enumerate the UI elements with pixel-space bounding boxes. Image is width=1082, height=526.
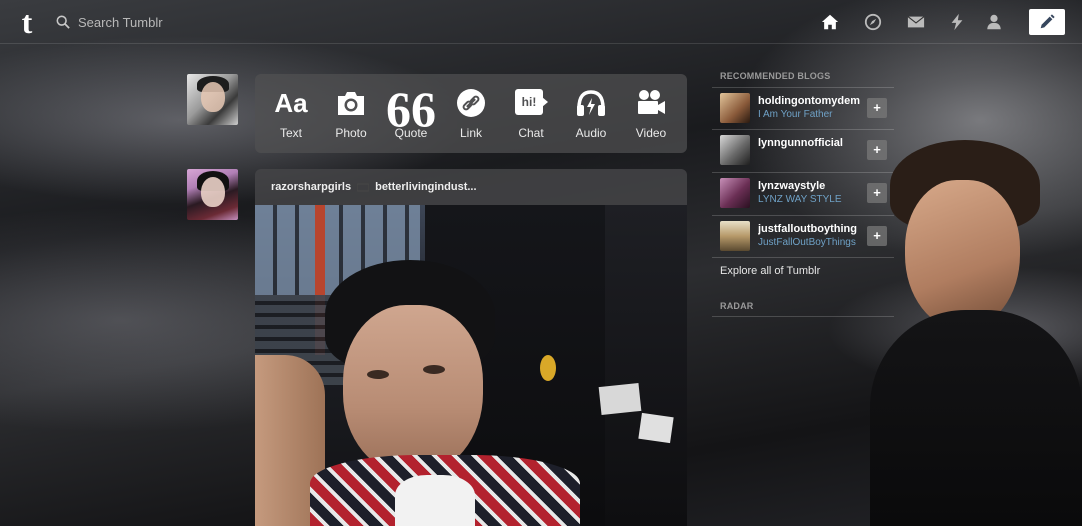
post-type-audio[interactable]: Audio	[563, 87, 619, 140]
chat-icon: hi!	[515, 89, 548, 117]
post-author-avatar[interactable]	[187, 169, 238, 220]
post-photo[interactable]	[255, 205, 687, 526]
mail-icon[interactable]	[906, 12, 926, 32]
aa-icon: Aa	[274, 88, 308, 118]
top-navigation-bar: t	[0, 0, 1082, 44]
pencil-icon	[1040, 14, 1055, 29]
compass-icon[interactable]	[863, 12, 883, 32]
recommended-blog-item[interactable]: holdingontomydem I Am Your Father +	[712, 87, 894, 129]
quote-icon: 66	[386, 81, 436, 137]
search-icon	[56, 15, 70, 29]
blog-avatar[interactable]	[720, 178, 750, 208]
post-type-photo[interactable]: Photo	[323, 87, 379, 140]
link-icon	[457, 89, 485, 117]
home-icon[interactable]	[820, 12, 840, 32]
search-input[interactable]	[78, 14, 248, 30]
tumblr-logo[interactable]: t	[14, 6, 40, 38]
reblogged-from-link[interactable]: betterlivingindust...	[375, 181, 476, 193]
background-figure	[860, 140, 1082, 526]
explore-link[interactable]: Explore all of Tumblr	[720, 265, 820, 277]
blog-avatar[interactable]	[720, 221, 750, 251]
blog-avatar[interactable]	[720, 135, 750, 165]
post-type-bar: Aa Text Photo 66 Quote Link hi! Chat Aud…	[255, 74, 687, 153]
compose-button[interactable]	[1029, 9, 1065, 35]
post-type-quote[interactable]: 66 Quote	[383, 81, 439, 140]
blog-avatar[interactable]	[720, 93, 750, 123]
camera-icon	[338, 92, 364, 115]
post-header: razorsharpgirls betterlivingindust...	[255, 169, 687, 205]
post-type-link[interactable]: Link	[443, 87, 499, 140]
video-camera-icon	[638, 90, 665, 114]
reblog-icon	[357, 182, 370, 192]
headphones-icon	[577, 90, 605, 116]
post-type-chat[interactable]: hi! Chat	[503, 87, 559, 140]
post-author-link[interactable]: razorsharpgirls	[271, 181, 351, 193]
post-type-text[interactable]: Aa Text	[263, 87, 319, 140]
follow-button[interactable]: +	[867, 98, 887, 118]
lightning-icon[interactable]	[947, 12, 967, 32]
recommended-blogs-title: RECOMMENDED BLOGS	[720, 71, 831, 81]
post-type-video[interactable]: Video	[623, 87, 679, 140]
my-avatar[interactable]	[187, 74, 238, 125]
search-box[interactable]	[56, 11, 256, 33]
person-icon[interactable]	[984, 12, 1004, 32]
radar-title: RADAR	[720, 301, 754, 311]
